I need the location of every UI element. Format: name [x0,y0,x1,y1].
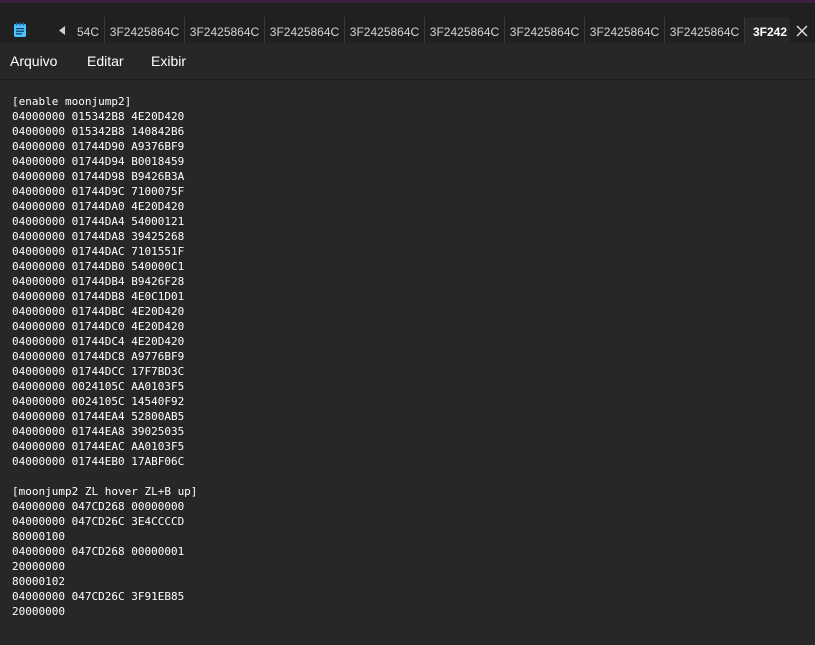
tab-document[interactable]: 3F2425864C [665,17,745,46]
menu-exibir[interactable]: Exibir [151,53,186,69]
tab-document[interactable]: 54C [72,17,105,46]
editor-line: 04000000 01744EAC AA0103F5 [12,440,185,453]
tab-strip: 54C 3F2425864C 3F2425864C 3F2425864C 3F2… [72,17,790,46]
tab-document-active[interactable]: 3F242 [745,17,790,46]
close-tab-button[interactable] [792,21,812,41]
tab-document[interactable]: 3F2425864C [265,17,345,46]
editor-line: 04000000 01744DC4 4E20D420 [12,335,185,348]
editor-line: 80000102 [12,575,65,588]
tab-document[interactable]: 3F2425864C [585,17,665,46]
editor-line: 04000000 047CD26C 3E4CCCCD [12,515,185,528]
title-bar: 54C 3F2425864C 3F2425864C 3F2425864C 3F2… [0,3,815,46]
editor-line: 80000100 [12,530,65,543]
editor-line: 04000000 0024105C AA0103F5 [12,380,185,393]
editor-line: 04000000 015342B8 140842B6 [12,125,185,138]
editor-line: 04000000 01744DB4 B9426F28 [12,275,185,288]
editor-content[interactable]: [enable moonjump2] 04000000 015342B8 4E2… [12,94,197,619]
menu-bar: Arquivo Editar Exibir [0,43,815,80]
tab-document[interactable]: 3F2425864C [105,17,185,46]
editor-line: 04000000 01744EB0 17ABF06C [12,455,185,468]
editor-line: 04000000 01744D98 B9426B3A [12,170,185,183]
editor-line: 04000000 01744DC8 A9776BF9 [12,350,185,363]
tab-document[interactable]: 3F2425864C [425,17,505,46]
close-icon [796,25,808,37]
editor-line: 04000000 01744DC0 4E20D420 [12,320,185,333]
text-editor[interactable]: [enable moonjump2] 04000000 015342B8 4E2… [0,80,815,645]
tab-document[interactable]: 3F2425864C [505,17,585,46]
editor-line: 04000000 01744DCC 17F7BD3C [12,365,185,378]
editor-line: 20000000 [12,605,65,618]
editor-line: 04000000 01744DB0 540000C1 [12,260,185,273]
menu-editar[interactable]: Editar [87,53,124,69]
editor-line: [moonjump2 ZL hover ZL+B up] [12,485,198,498]
editor-line: [enable moonjump2] [12,95,132,108]
tab-document[interactable]: 3F2425864C [185,17,265,46]
editor-line: 04000000 047CD268 00000000 [12,500,185,513]
tab-document[interactable]: 3F2425864C [345,17,425,46]
editor-line: 04000000 01744EA4 52800AB5 [12,410,185,423]
editor-line: 04000000 01744DBC 4E20D420 [12,305,185,318]
editor-line: 04000000 047CD26C 3F91EB85 [12,590,185,603]
editor-line: 04000000 047CD268 00000001 [12,545,185,558]
editor-line: 04000000 01744D90 A9376BF9 [12,140,185,153]
editor-line: 04000000 01744DB8 4E0C1D01 [12,290,185,303]
editor-line: 04000000 0024105C 14540F92 [12,395,185,408]
editor-line: 04000000 01744DA4 54000121 [12,215,185,228]
menu-arquivo[interactable]: Arquivo [10,53,57,69]
editor-line: 04000000 01744DA8 39425268 [12,230,185,243]
editor-line: 04000000 01744D94 B0018459 [12,155,185,168]
editor-line: 04000000 01744DA0 4E20D420 [12,200,185,213]
editor-line: 04000000 01744D9C 7100075F [12,185,185,198]
tab-scroll-left-button[interactable] [54,21,70,39]
editor-line: 04000000 01744EA8 39025035 [12,425,185,438]
caret-left-icon [58,25,65,35]
notepad-icon [13,22,27,38]
editor-line: 04000000 01744DAC 7101551F [12,245,185,258]
editor-line: 20000000 [12,560,65,573]
editor-line: 04000000 015342B8 4E20D420 [12,110,185,123]
